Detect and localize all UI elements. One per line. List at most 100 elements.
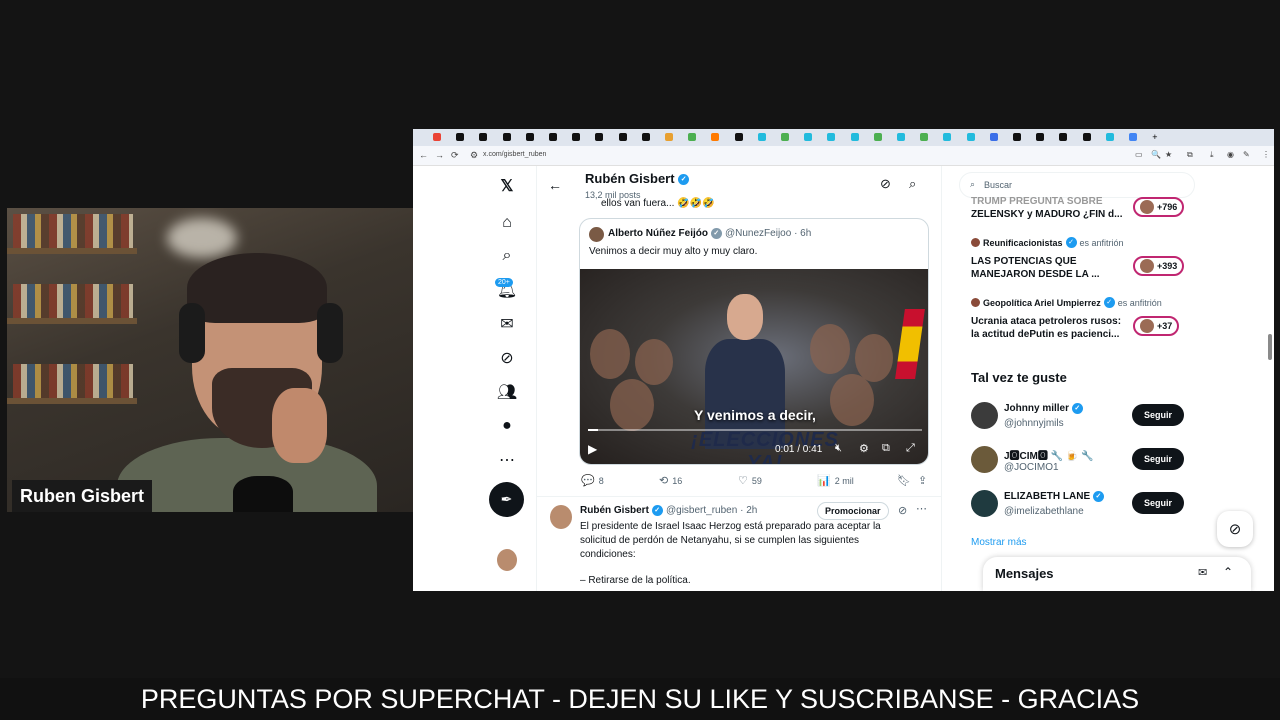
grok-explain-icon[interactable]: ⊘	[898, 504, 907, 517]
promote-button[interactable]: Promocionar	[817, 502, 889, 520]
browser-tab[interactable]	[618, 131, 641, 143]
browser-tab[interactable]	[1105, 131, 1128, 143]
show-more-link[interactable]: Mostrar más	[971, 537, 1027, 548]
browser-tab[interactable]	[525, 131, 548, 143]
browser-tab[interactable]	[827, 131, 849, 143]
quoted-author-avatar[interactable]	[589, 227, 604, 242]
more-icon[interactable]: ⋯	[916, 502, 927, 515]
browser-tab[interactable]	[665, 131, 687, 143]
browser-tab[interactable]	[989, 131, 1012, 143]
reload-icon[interactable]: ⟳	[451, 150, 459, 161]
space-title[interactable]: TRUMP PREGUNTA SOBRE	[971, 195, 1103, 208]
communities-icon[interactable]: 👥︎	[497, 382, 517, 402]
zoom-icon[interactable]: 🔍	[1151, 150, 1161, 159]
browser-tab[interactable]	[1036, 131, 1058, 143]
follow-button[interactable]: Seguir	[1132, 448, 1184, 470]
new-tab-button[interactable]: +	[1152, 131, 1174, 143]
site-info-icon[interactable]: ⚙	[470, 150, 478, 161]
suggestion-name[interactable]: J🅾CIM🅾 🔧 🍺 🔧	[1004, 447, 1094, 462]
compose-post-button[interactable]: ✒	[489, 482, 524, 517]
bookmark-button[interactable]: 🔖︎	[897, 474, 911, 487]
grok-floating-button[interactable]: ⊘	[1217, 511, 1253, 547]
profile-icon[interactable]: ◉	[1227, 150, 1234, 159]
follow-button[interactable]: Seguir	[1132, 492, 1184, 514]
profile-person-icon[interactable]: ●	[497, 416, 517, 436]
browser-tab[interactable]	[943, 131, 965, 143]
browser-tab[interactable]	[711, 131, 733, 143]
post-author-name[interactable]: Rubén Gisbert ✓	[580, 505, 663, 516]
x-logo-icon[interactable]: 𝕏	[497, 176, 517, 196]
page-scrollbar[interactable]	[1268, 334, 1272, 360]
browser-tab[interactable]	[502, 131, 525, 143]
play-icon[interactable]: ▶	[588, 442, 597, 456]
suggestion-avatar[interactable]	[971, 446, 998, 473]
menu-icon[interactable]: ⋮	[1262, 150, 1270, 159]
space-listeners-pill[interactable]: +796	[1133, 197, 1185, 217]
repost-button[interactable]: ⟲ 16	[659, 474, 682, 487]
follow-button[interactable]: Seguir	[1132, 404, 1184, 426]
browser-tab[interactable]	[549, 131, 571, 143]
space-listeners-pill[interactable]: +393	[1133, 256, 1185, 276]
browser-tab[interactable]	[781, 131, 803, 143]
suggestion-avatar[interactable]	[971, 490, 998, 517]
grok-header-icon[interactable]: ⊘	[880, 176, 891, 192]
views-button[interactable]: 📊 2 mil	[817, 474, 854, 487]
browser-tab[interactable]	[433, 131, 455, 143]
extensions-icon[interactable]: ⧉	[1187, 150, 1193, 160]
account-avatar[interactable]	[497, 549, 517, 571]
video-progress-bar[interactable]	[588, 429, 922, 431]
home-icon[interactable]: ⌂	[497, 213, 517, 233]
download-icon[interactable]: ⤓	[1210, 150, 1214, 160]
fullscreen-icon[interactable]: ⤢	[906, 442, 915, 455]
browser-tab[interactable]	[595, 131, 617, 143]
browser-tab[interactable]	[1082, 131, 1105, 143]
browser-tab[interactable]	[873, 131, 896, 143]
space-title[interactable]: MANEJARON DESDE LA ...	[971, 268, 1100, 281]
suggestion-name[interactable]: ELIZABETH LANE ✓	[1004, 491, 1104, 502]
browser-tab[interactable]	[850, 131, 873, 143]
space-title[interactable]: la actitud dePutin es pacienci...	[971, 328, 1119, 341]
browser-tab[interactable]	[804, 131, 826, 143]
video-settings-icon[interactable]: ⚙	[859, 442, 869, 455]
space-listeners-pill[interactable]: +37	[1133, 316, 1180, 336]
browser-tab[interactable]	[1059, 131, 1081, 143]
browser-tab[interactable]	[757, 131, 780, 143]
mute-icon[interactable]: 🔇︎	[835, 442, 842, 455]
messages-drawer[interactable]: Mensajes ✉ ⌃	[983, 557, 1251, 591]
post-author-avatar[interactable]	[550, 505, 572, 529]
browser-tab[interactable]	[572, 131, 594, 143]
back-arrow-icon[interactable]: ←	[548, 177, 562, 193]
picture-in-picture-icon[interactable]: ⧉	[882, 442, 890, 455]
quoted-post[interactable]: Alberto Núñez Feijóo ✓ @NunezFeijoo · 6h…	[579, 218, 929, 465]
browser-tab[interactable]	[688, 131, 710, 143]
new-message-icon[interactable]: ✉	[1198, 566, 1207, 579]
browser-tab[interactable]	[920, 131, 942, 143]
suggestion-name[interactable]: Johnny miller ✓	[1004, 403, 1083, 414]
back-nav-icon[interactable]: ←	[419, 150, 428, 160]
explore-search-icon[interactable]: ⌕	[497, 246, 517, 266]
forward-nav-icon[interactable]: →	[435, 150, 444, 160]
space-title[interactable]: ZELENSKY y MADURO ¿FIN d...	[971, 208, 1123, 221]
bookmark-star-icon[interactable]: ★	[1165, 150, 1172, 159]
expand-chevron-icon[interactable]: ⌃	[1223, 565, 1233, 579]
space-title[interactable]: Ucrania ataca petroleros rusos:	[971, 315, 1121, 328]
share-button[interactable]: ⇪	[918, 474, 927, 487]
profile-search-icon[interactable]: ⌕	[909, 176, 916, 192]
more-options-icon[interactable]: ⋯	[497, 450, 517, 470]
grok-icon[interactable]: ⊘	[497, 348, 517, 368]
browser-tab[interactable]	[479, 131, 501, 143]
customize-icon[interactable]: ✎	[1243, 150, 1250, 159]
browser-tab[interactable]	[966, 131, 989, 143]
quoted-author-name[interactable]: Alberto Núñez Feijóo ✓	[608, 228, 722, 239]
url-text[interactable]: x.com/gisbert_ruben	[483, 151, 546, 158]
browser-tab[interactable]	[456, 131, 478, 143]
browser-tab[interactable]	[897, 131, 919, 143]
reply-button[interactable]: 💬 8	[581, 474, 604, 487]
browser-tab[interactable]	[641, 131, 664, 143]
suggestion-avatar[interactable]	[971, 402, 998, 429]
messages-icon[interactable]: ✉	[497, 314, 517, 334]
video-player[interactable]: ¡ELECCIONES YA! Y venimos a decir, ▶ 0:0…	[580, 269, 928, 464]
browser-tab[interactable]	[1013, 131, 1035, 143]
space-title[interactable]: LAS POTENCIAS QUE	[971, 255, 1077, 268]
browser-tab[interactable]	[734, 131, 757, 143]
